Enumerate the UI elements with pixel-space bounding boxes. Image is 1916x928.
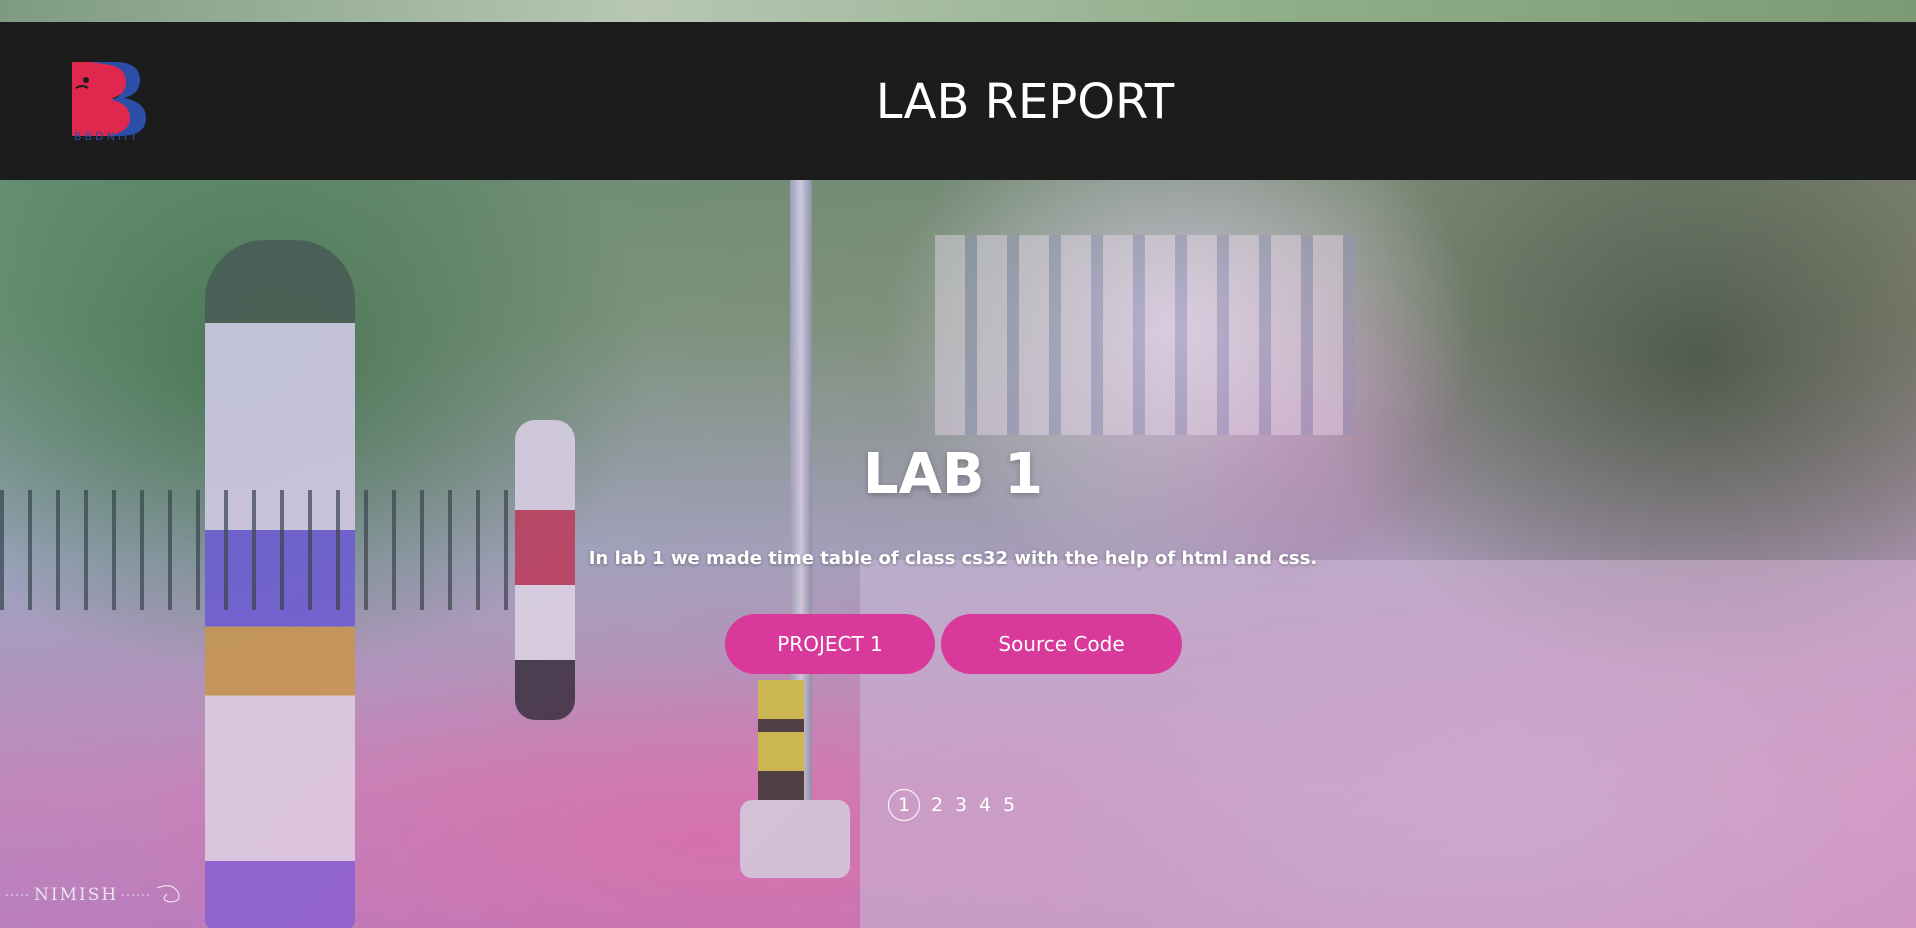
lab-heading: LAB 1 bbox=[862, 442, 1044, 507]
watermark-signature: NIMISH bbox=[6, 885, 180, 905]
page-2-button[interactable]: 2 bbox=[928, 794, 946, 816]
logo-caption: BBDNIIT bbox=[74, 130, 140, 143]
site-header: BBDNIIT LAB REPORT bbox=[0, 22, 1916, 180]
page-title: LAB REPORT bbox=[875, 74, 1175, 130]
project-button[interactable]: PROJECT 1 bbox=[725, 614, 935, 674]
page-1-button[interactable]: 1 bbox=[888, 789, 920, 821]
top-strip bbox=[0, 0, 1916, 22]
lab-description: In lab 1 we made time table of class cs3… bbox=[588, 548, 1318, 569]
page-3-button[interactable]: 3 bbox=[952, 794, 970, 816]
watermark-text: NIMISH bbox=[34, 885, 118, 905]
page-5-button[interactable]: 5 bbox=[1000, 794, 1018, 816]
page: BBDNIIT LAB REPORT LAB 1 In lab 1 we mad… bbox=[0, 0, 1916, 928]
page-4-button[interactable]: 4 bbox=[976, 794, 994, 816]
source-code-button[interactable]: Source Code bbox=[941, 614, 1182, 674]
slide-pagination: 1 2 3 4 5 bbox=[888, 788, 1018, 822]
